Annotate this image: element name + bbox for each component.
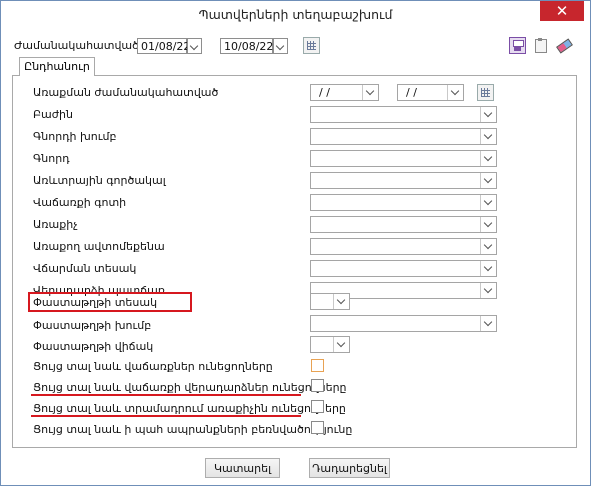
- payment-type-combo[interactable]: [310, 260, 497, 277]
- document-status-combo[interactable]: [310, 336, 350, 353]
- chevron-down-icon: [480, 239, 496, 254]
- date-to-dropdown[interactable]: [273, 38, 288, 54]
- chevron-down-icon: [480, 107, 496, 122]
- sales-agent-combo[interactable]: [310, 172, 497, 189]
- chevron-down-icon: [480, 195, 496, 210]
- chevron-down-icon: [333, 294, 349, 309]
- chevron-down-icon: [480, 173, 496, 188]
- chevron-down-icon: [362, 85, 378, 100]
- calendar-button[interactable]: [303, 37, 320, 54]
- checkbox-label-returns: Ցույց տալ նաև վաճառքի վերադարձներ ունեցո…: [33, 381, 347, 394]
- chevron-down-icon: [480, 316, 496, 331]
- date-to-input[interactable]: 10/08/22: [220, 38, 273, 54]
- field-label-document-group: Փաստաթղթի խումբ: [33, 319, 152, 332]
- show-storage-checkbox[interactable]: [311, 421, 324, 434]
- courier-combo[interactable]: [310, 216, 497, 233]
- field-label-department: Բաժին: [33, 108, 73, 121]
- field-label-sales-zone: Վաճառքի գոտի: [33, 196, 127, 209]
- show-sales-checkbox[interactable]: [311, 359, 324, 372]
- chevron-down-icon: [480, 217, 496, 232]
- checkbox-label-courier: Ցույց տալ նաև տրամադրում առաքիչին ունեցո…: [33, 402, 346, 415]
- field-label-payment-type: Վճարման տեսակ: [33, 262, 137, 275]
- dialog-window: Պատվերների տեղաբաշխում ✕ Ժամանակահատված …: [0, 0, 591, 486]
- chevron-down-icon: [480, 129, 496, 144]
- title-bar: Պատվերների տեղաբաշխում ✕: [1, 1, 590, 29]
- clipboard-icon[interactable]: [532, 37, 549, 54]
- execute-button[interactable]: Կատարել: [205, 458, 280, 478]
- checkbox-label-storage: Ցույց տալ նաև ի պահ ապրանքների բեռնվածու…: [33, 423, 353, 436]
- chevron-down-icon: [480, 261, 496, 276]
- window-title: Պատվերների տեղաբաշխում: [198, 7, 393, 22]
- document-type-combo[interactable]: [310, 293, 350, 310]
- document-group-combo[interactable]: [310, 315, 497, 332]
- buyer-group-combo[interactable]: [310, 128, 497, 145]
- field-label-buyer: Գնորդ: [33, 152, 70, 165]
- chevron-down-icon: [333, 337, 349, 352]
- delivery-to-combo[interactable]: / /: [397, 84, 464, 101]
- reset-button[interactable]: Դադարեցնել: [309, 458, 390, 478]
- chevron-down-icon: [480, 151, 496, 166]
- show-returns-checkbox[interactable]: [311, 379, 324, 392]
- calendar-icon: [307, 41, 316, 50]
- field-label-courier: Առաքիչ: [33, 218, 78, 231]
- close-button[interactable]: ✕: [540, 1, 584, 21]
- field-label-sales-agent: Առևտրային գործակալ: [33, 174, 166, 187]
- date-from-input[interactable]: 01/08/22: [137, 38, 190, 54]
- chevron-down-icon: [480, 283, 496, 298]
- tab-general[interactable]: Ընդհանուր: [19, 57, 95, 76]
- date-from-dropdown[interactable]: [187, 38, 202, 54]
- department-combo[interactable]: [310, 106, 497, 123]
- delivery-vehicle-combo[interactable]: [310, 238, 497, 255]
- save-icon[interactable]: [509, 37, 526, 54]
- delivery-calendar-button[interactable]: [477, 84, 494, 101]
- field-label-delivery-vehicle: Առաքող ավտոմեքենա: [33, 240, 165, 253]
- highlight-underline: [31, 394, 301, 396]
- delivery-from-combo[interactable]: / /: [310, 84, 379, 101]
- field-label-buyer-group: Գնորդի խումբ: [33, 130, 117, 143]
- highlight-underline: [31, 415, 301, 417]
- chevron-down-icon: [447, 85, 463, 100]
- eraser-icon[interactable]: [555, 37, 573, 54]
- calendar-icon: [481, 88, 490, 97]
- sales-zone-combo[interactable]: [310, 194, 497, 211]
- checkbox-label-sales: Ցույց տալ նաև վաճառքներ ունեցողները: [33, 360, 273, 373]
- delivery-period-label: Առաքման ժամանակահատված: [33, 86, 219, 99]
- buyer-combo[interactable]: [310, 150, 497, 167]
- field-label-document-type: Փաստաթղթի տեսակ: [33, 296, 158, 309]
- show-courier-checkbox[interactable]: [311, 400, 324, 413]
- field-label-document-status: Փաստաթղթի վիճակ: [33, 340, 154, 353]
- period-label: Ժամանակահատված: [14, 39, 139, 52]
